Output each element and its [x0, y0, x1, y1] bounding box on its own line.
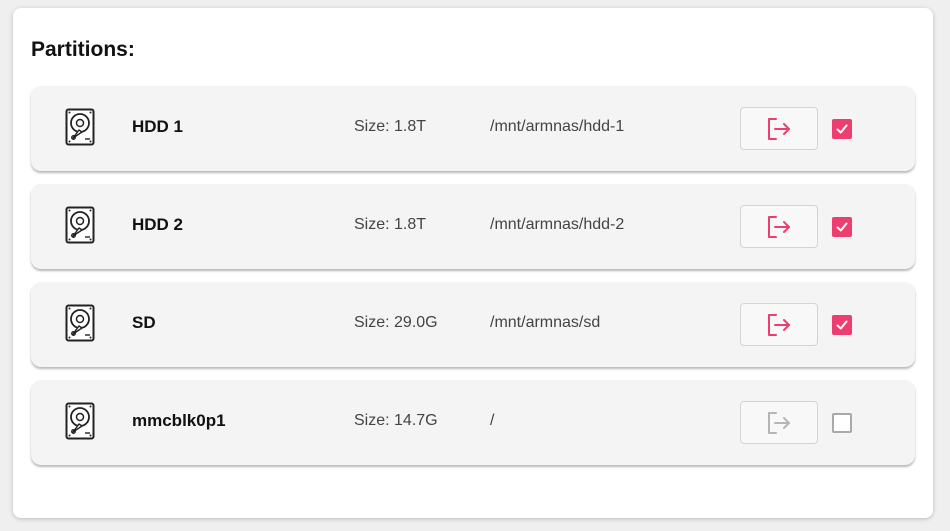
hard-drive-icon: [65, 304, 95, 342]
eject-icon: [766, 411, 792, 435]
eject-icon: [766, 313, 792, 337]
eject-icon: [766, 215, 792, 239]
partition-name: HDD 2: [132, 215, 184, 234]
mount-path: /mnt/armnas/sd: [490, 314, 601, 331]
select-checkbox[interactable]: [832, 119, 852, 139]
partition-row: HDD 2 Size: 1.8T/mnt/armnas/hdd-2: [31, 184, 915, 269]
unmount-button[interactable]: [740, 205, 818, 248]
mount-path: /mnt/armnas/hdd-2: [490, 216, 625, 233]
partitions-card: Partitions: HDD 1 Size: 1.8T/mnt/armnas/h…: [13, 8, 933, 518]
select-checkbox[interactable]: [832, 217, 852, 237]
partition-name: mmcblk0p1: [132, 411, 226, 430]
partition-row: mmcblk0p1 Size: 14.7G /: [31, 380, 915, 465]
select-checkbox[interactable]: [832, 315, 852, 335]
partition-size: Size: 29.0G: [354, 314, 438, 331]
partition-name: SD: [132, 313, 156, 332]
partition-list: HDD 1 Size: 1.8T/mnt/armnas/hdd-1 HDD 2 Siz…: [31, 86, 915, 478]
hard-drive-icon: [65, 108, 95, 146]
unmount-button[interactable]: [740, 107, 818, 150]
unmount-button: [740, 401, 818, 444]
partition-size: Size: 1.8T: [354, 118, 427, 135]
partition-row: SD Size: 29.0G/mnt/armnas/sd: [31, 282, 915, 367]
select-checkbox[interactable]: [832, 413, 852, 433]
partition-row: HDD 1 Size: 1.8T/mnt/armnas/hdd-1: [31, 86, 915, 171]
page-title: Partitions:: [31, 38, 135, 61]
partition-size: Size: 1.8T: [354, 216, 427, 233]
hard-drive-icon: [65, 206, 95, 244]
partition-size: Size: 14.7G: [354, 412, 438, 429]
partition-name: HDD 1: [132, 117, 184, 136]
mount-path: /mnt/armnas/hdd-1: [490, 118, 625, 135]
mount-path: /: [490, 412, 495, 429]
eject-icon: [766, 117, 792, 141]
hard-drive-icon: [65, 402, 95, 440]
unmount-button[interactable]: [740, 303, 818, 346]
